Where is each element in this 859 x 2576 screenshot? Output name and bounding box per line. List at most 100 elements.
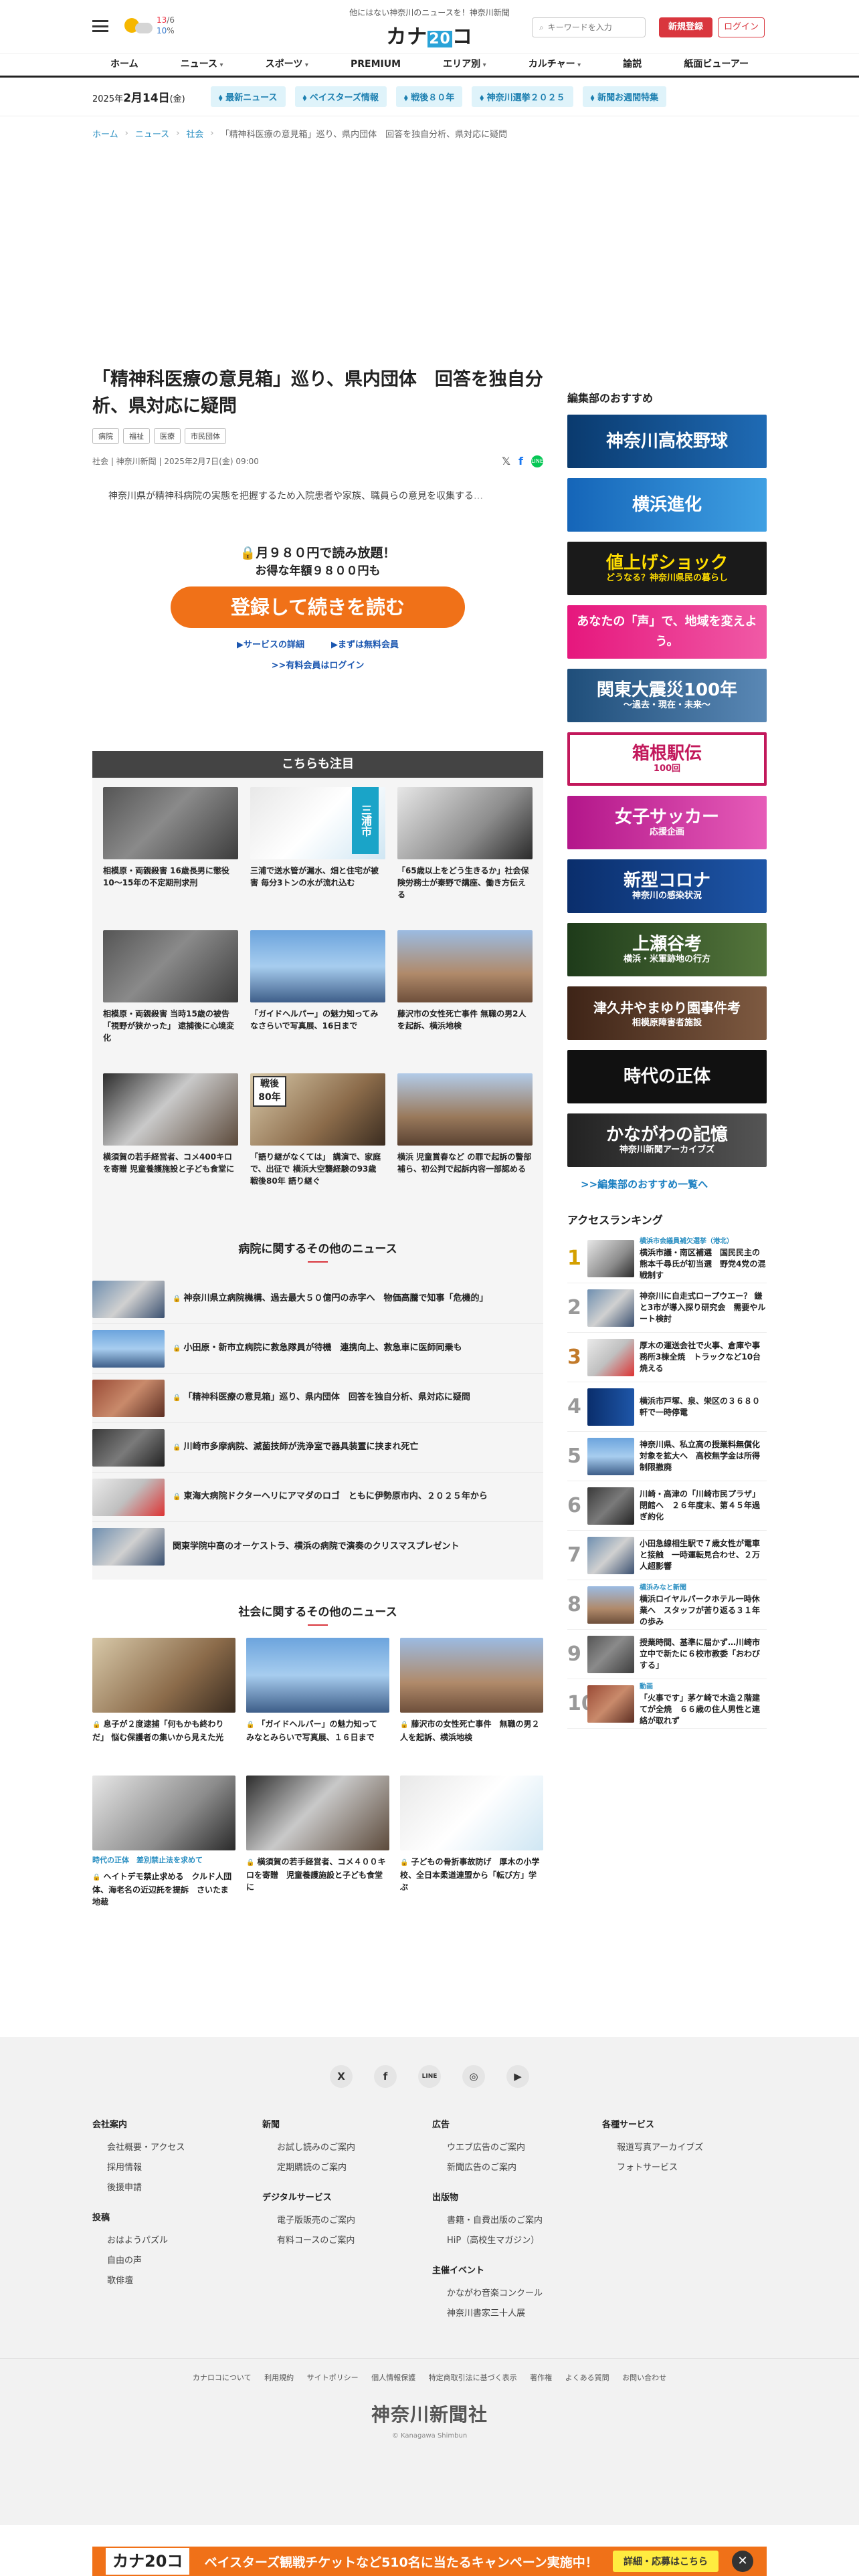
footer-link[interactable]: 神奈川書家三十人展: [447, 2304, 602, 2324]
nav-viewer[interactable]: 紙面ビューアー: [673, 53, 759, 76]
breadcrumb-home[interactable]: ホーム: [92, 127, 118, 140]
hospital-news-item[interactable]: 「精神科医療の意見箱」巡り、県内団体 回答を独自分析、県対応に疑問: [92, 1374, 543, 1423]
facebook-share-icon[interactable]: f: [518, 455, 523, 467]
ranking-item[interactable]: 7 小田急線相生駅で７歳女性が電車と接触 一時運転見合わせ、２万人超影響: [567, 1531, 767, 1580]
chip-postwar80[interactable]: 戦後８０年: [395, 86, 463, 107]
search-box[interactable]: ⌕: [532, 17, 646, 37]
ranking-item[interactable]: 6 川崎・高津の「川崎市民プラザ」閉館へ ２６年度末、第４５年過ぎ約化: [567, 1481, 767, 1531]
banner-hakone-ekiden[interactable]: 箱根駅伝 100回: [567, 732, 767, 786]
ranking-item[interactable]: 10 動画 「火事です」茅ケ崎で木造２階建てが全焼 ６６歳の住人男性と連絡が取れず: [567, 1679, 767, 1729]
society-card[interactable]: 「ガイドヘルパー」の魅力知って みなとみらいで写真展、１６日まで: [246, 1638, 389, 1776]
banner-jidai-no-shotai[interactable]: 時代の正体: [567, 1050, 767, 1103]
footer-link[interactable]: 歌俳壇: [107, 2271, 262, 2291]
service-details-link[interactable]: ▶サービスの詳細: [237, 637, 304, 650]
footer-bottom-link[interactable]: 利用規約: [264, 2373, 294, 2382]
banner-yamayuri[interactable]: 津久井やまゆり園事件考 相模原障害者施設: [567, 986, 767, 1040]
paid-login-link[interactable]: >>有料会員はログイン: [272, 661, 365, 671]
society-card[interactable]: 藤沢市の女性死亡事件 無職の男２人を起訴、横浜地検: [400, 1638, 543, 1776]
line-share-icon[interactable]: LINE: [531, 455, 543, 467]
nav-editorial[interactable]: 論説: [612, 53, 652, 76]
recommend-more-link[interactable]: >>編集部のおすすめ一覧へ: [581, 1177, 767, 1191]
footer-link[interactable]: HiP（高校生マガジン）: [447, 2231, 602, 2251]
nav-area[interactable]: エリア別: [432, 53, 497, 76]
hospital-news-item[interactable]: 小田原・新市立病院に救急隊員が待機 連携向上、救急車に医師同乗も: [92, 1324, 543, 1374]
series-label[interactable]: 時代の正体 差別禁止法を求めて: [92, 1854, 235, 1865]
related-card[interactable]: 横須賀の若手経営者、コメ400キロを寄贈 児童養護施設と子ども食堂に: [103, 1073, 238, 1216]
related-card[interactable]: 藤沢市の女性死亡事件 無職の男2人を起訴、横浜地検: [397, 930, 533, 1073]
footer-link[interactable]: おはようパズル: [107, 2231, 262, 2251]
breadcrumb-society[interactable]: 社会: [186, 127, 203, 140]
x-icon[interactable]: X: [330, 2065, 353, 2088]
chip-newspaper-week[interactable]: 新聞お週間特集: [582, 86, 667, 107]
footer-link[interactable]: 書籍・自費出版のご案内: [447, 2211, 602, 2231]
banner-corona[interactable]: 新型コロナ 神奈川の感染状況: [567, 859, 767, 913]
ranking-item[interactable]: 4 横浜市戸塚、泉、栄区の３６８０軒で一時停電: [567, 1382, 767, 1432]
related-card[interactable]: 「65歳以上をどう生きるか」社会保険労務士が秦野で講座、働き方伝える: [397, 787, 533, 930]
nav-home[interactable]: ホーム: [100, 53, 149, 76]
login-button[interactable]: ログイン: [718, 17, 765, 37]
hospital-news-item[interactable]: 川崎市多摩病院、滅菌技師が洗浄室で器具装置に挟まれ死亡: [92, 1423, 543, 1473]
footer-link[interactable]: 採用情報: [107, 2158, 262, 2178]
tag-hospital[interactable]: 病院: [92, 428, 119, 444]
footer-link[interactable]: 報道写真アーカイブズ: [617, 2138, 772, 2158]
related-card[interactable]: 相模原・両親殺害 当時15歳の被告「視野が狭かった」 逮捕後に心境変化: [103, 930, 238, 1073]
footer-bottom-link[interactable]: サイトポリシー: [307, 2373, 359, 2382]
related-card[interactable]: 戦後80年 「語り継がなくては」 講演で、家庭で、出征で 横浜大空襲経験の93歳 …: [250, 1073, 385, 1216]
chip-baystars[interactable]: ベイスターズ情報: [294, 86, 387, 107]
footer-bottom-link[interactable]: 著作権: [530, 2373, 552, 2382]
chip-election2025[interactable]: 神奈川選挙２０２５: [472, 86, 573, 107]
related-card[interactable]: 「ガイドヘルパー」の魅力知ってみなさらいで写真展、16日まで: [250, 930, 385, 1073]
footer-bottom-link[interactable]: お問い合わせ: [622, 2373, 666, 2382]
related-card[interactable]: 三浦市 三浦で送水管が漏水、畑と住宅が被害 毎分3トンの水が流れ込む: [250, 787, 385, 930]
footer-link[interactable]: 新聞広告のご案内: [447, 2158, 602, 2178]
campaign-apply-button[interactable]: 詳細・応募はこちら: [613, 2551, 719, 2572]
chip-latest-news[interactable]: 最新ニュース: [210, 86, 286, 107]
youtube-icon[interactable]: ▶: [506, 2065, 529, 2088]
footer-link[interactable]: 電子版販売のご案内: [277, 2211, 432, 2231]
ranking-item[interactable]: 2 神奈川に自走式ロープウエー？ 鎌と3市が導入探り研究会 需要やルート検討: [567, 1283, 767, 1333]
footer-link[interactable]: ウエブ広告のご案内: [447, 2138, 602, 2158]
ranking-item[interactable]: 9 授業時間、基準に届かず…川崎市立中で新たに６校市教委「おわびする」: [567, 1630, 767, 1679]
subscribe-button[interactable]: 登録して続きを読む: [171, 586, 465, 628]
hospital-news-item[interactable]: 関東学院中高のオーケストラ、横浜の病院で演奏のクリスマスプレゼント: [92, 1522, 543, 1572]
nav-sports[interactable]: スポーツ: [255, 53, 319, 76]
ranking-item[interactable]: 1 横浜市会議員補欠選挙（港北） 横浜市議・南区補選 国民民主の熊本千尋氏が初当選 …: [567, 1234, 767, 1283]
footer-bottom-link[interactable]: 個人情報保護: [371, 2373, 415, 2382]
ranking-item[interactable]: 8 横浜みなと新聞 横浜ロイヤルパークホテル一時休業へ スタッフが苦り返る３１年の歩…: [567, 1580, 767, 1630]
facebook-icon[interactable]: f: [374, 2065, 397, 2088]
banner-kamiseya[interactable]: 上瀬谷考 横浜・米軍跡地の行方: [567, 923, 767, 976]
society-card[interactable]: 息子が２度逮捕「何もかも終わりだ」 悩む保護者の集いから見えた光: [92, 1638, 235, 1776]
ranking-item[interactable]: 3 厚木の運送会社で火事、倉庫や事務所3棟全焼 トラックなど10台焼える: [567, 1333, 767, 1382]
nav-culture[interactable]: カルチャー: [518, 53, 591, 76]
banner-neage-shock[interactable]: 値上げショック どうなる？神奈川県民の暮らし: [567, 542, 767, 595]
banner-koko-yakyu[interactable]: 神奈川高校野球: [567, 415, 767, 468]
society-card[interactable]: 時代の正体 差別禁止法を求めてヘイトデモ禁止求める クルド人団体、海老名の近辺託…: [92, 1776, 235, 1913]
banner-yokohama-shinka[interactable]: 横浜進化: [567, 478, 767, 532]
line-icon[interactable]: LINE: [418, 2065, 441, 2088]
nav-news[interactable]: ニュース: [170, 53, 234, 76]
free-member-link[interactable]: ▶まずは無料会員: [331, 637, 399, 650]
ranking-item[interactable]: 5 神奈川県、私立高の授業料無償化対象を拡大へ 高校無学金は所得制限撤廃: [567, 1432, 767, 1481]
society-card[interactable]: 子どもの骨折事故防げ 厚木の小学校、全日本柔道連盟から「転び方」学ぶ: [400, 1776, 543, 1913]
related-card[interactable]: 相模原・両親殺害 16歳長男に懲役10〜15年の不定期刑求刑: [103, 787, 238, 930]
footer-link[interactable]: お試し読みのご案内: [277, 2138, 432, 2158]
footer-logo[interactable]: 神奈川新聞社: [0, 2400, 859, 2427]
footer-link[interactable]: 後援申請: [107, 2178, 262, 2198]
register-button[interactable]: 新規登録: [659, 17, 712, 37]
close-icon[interactable]: ✕: [732, 2551, 753, 2572]
banner-shinsai[interactable]: 関東大震災100年 〜過去・現在・未来〜: [567, 669, 767, 722]
footer-link[interactable]: 自由の声: [107, 2251, 262, 2271]
society-card[interactable]: 横須賀の若手経営者、コメ４００キロを寄贈 児童養護施設と子ども食堂に: [246, 1776, 389, 1913]
tag-citizen-group[interactable]: 市民団体: [185, 428, 226, 444]
footer-bottom-link[interactable]: カナロコについて: [193, 2373, 252, 2382]
hospital-news-item[interactable]: 神奈川県立病院機構、過去最大５０億円の赤字へ 物価高騰で知事「危機的」: [92, 1275, 543, 1324]
tag-welfare[interactable]: 福祉: [123, 428, 150, 444]
hospital-news-item[interactable]: 東海大病院ドクターヘリにアマダのロゴ ともに伊勢原市内、２０２５年から: [92, 1473, 543, 1522]
footer-link[interactable]: 会社概要・アクセス: [107, 2138, 262, 2158]
footer-link[interactable]: フォトサービス: [617, 2158, 772, 2178]
footer-link[interactable]: 有料コースのご案内: [277, 2231, 432, 2251]
instagram-icon[interactable]: ◎: [462, 2065, 485, 2088]
related-card[interactable]: 横浜 児童賞春など の罪で起訴の警部補ら、初公判で起訴内容一部認める: [397, 1073, 533, 1216]
footer-link[interactable]: かながわ音楽コンクール: [447, 2284, 602, 2304]
footer-bottom-link[interactable]: よくある質問: [565, 2373, 609, 2382]
